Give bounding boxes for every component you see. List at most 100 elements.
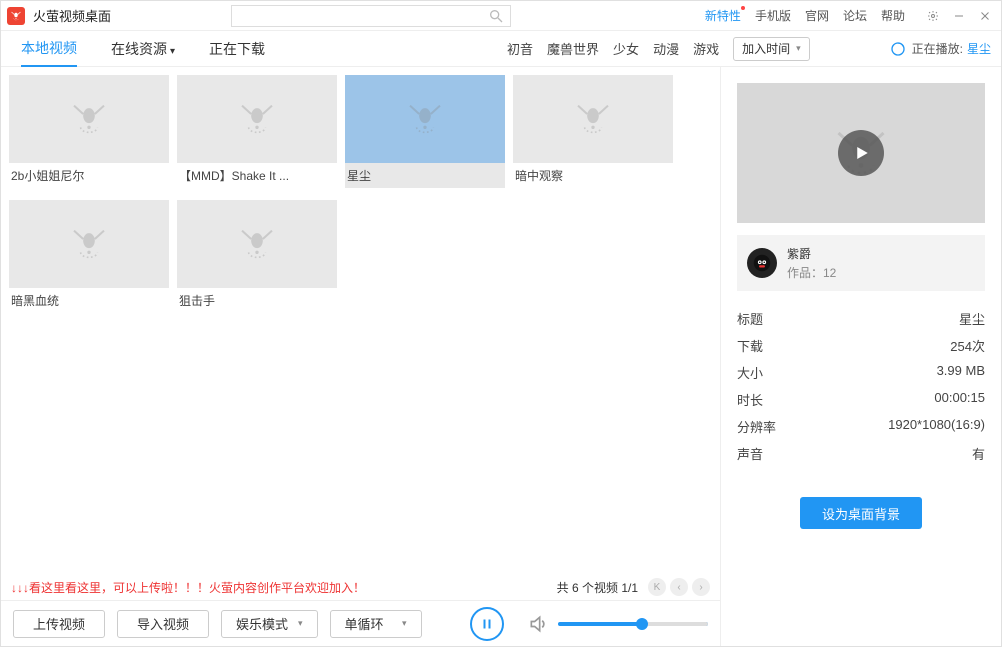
gear-icon[interactable] bbox=[927, 10, 939, 22]
volume-icon[interactable] bbox=[528, 614, 548, 634]
detail-meta: 标题星尘下载 254次大小 3.99 MB 时长 00:00:15 分辨率1920*108… bbox=[737, 305, 985, 467]
tab-online-resources[interactable]: 在线资源▾ bbox=[111, 32, 175, 66]
loop-mode-dropdown[interactable]: 单循环▾ bbox=[330, 610, 422, 638]
play-icon bbox=[852, 144, 870, 162]
meta-row: 大小 3.99 MB bbox=[737, 359, 985, 386]
video-thumb[interactable] bbox=[177, 200, 337, 288]
category-list: 初音 魔兽世界 少女 动漫 游戏 bbox=[507, 39, 719, 58]
video-cell[interactable]: 2b小姐姐尼尔 bbox=[9, 75, 169, 188]
link-official[interactable]: 官网 bbox=[805, 7, 829, 24]
video-thumb[interactable] bbox=[177, 75, 337, 163]
video-cell[interactable]: 狙击手 bbox=[177, 200, 337, 313]
close-icon[interactable] bbox=[979, 10, 991, 22]
video-cell[interactable]: 暗中观察 bbox=[513, 75, 673, 188]
titlebar: 火萤视频桌面 新特性 手机版 官网 论坛 帮助 bbox=[1, 1, 1001, 31]
upload-video-button[interactable]: 上传视频 bbox=[13, 610, 105, 638]
video-thumb[interactable] bbox=[345, 75, 505, 163]
meta-key: 分辨率 bbox=[737, 417, 776, 436]
meta-row: 标题星尘 bbox=[737, 305, 985, 332]
category-item[interactable]: 初音 bbox=[507, 39, 533, 58]
app-logo bbox=[7, 7, 25, 25]
firefly-icon bbox=[405, 99, 445, 139]
tabbar: 本地视频 在线资源▾ 正在下载 初音 魔兽世界 少女 动漫 游戏 加入时间 ▾ … bbox=[1, 31, 1001, 67]
video-title: 【MMD】Shake It ... bbox=[177, 163, 337, 188]
minimize-icon[interactable] bbox=[953, 10, 965, 22]
author-name: 紫爵 bbox=[787, 245, 836, 262]
video-title: 2b小姐姐尼尔 bbox=[9, 163, 169, 188]
video-grid: 2b小姐姐尼尔【MMD】Shake It ... 星尘暗中观察暗黑血统狙击手 bbox=[1, 67, 720, 574]
video-count: 共 6 个视频 1/1 bbox=[557, 579, 638, 596]
meta-row: 声音 有 bbox=[737, 440, 985, 467]
page-next-button[interactable]: › bbox=[692, 578, 710, 596]
meta-row: 下载 254次 bbox=[737, 332, 985, 359]
chevron-down-icon: ▾ bbox=[402, 618, 407, 629]
play-button[interactable] bbox=[838, 130, 884, 176]
search-box[interactable] bbox=[231, 5, 511, 27]
volume-slider[interactable] bbox=[558, 622, 708, 626]
link-mobile[interactable]: 手机版 bbox=[755, 7, 791, 24]
chevron-down-icon: ▾ bbox=[298, 618, 303, 629]
video-title: 暗中观察 bbox=[513, 163, 673, 188]
video-title: 星尘 bbox=[345, 163, 505, 188]
meta-value: 3.99 MB bbox=[937, 363, 985, 382]
avatar bbox=[747, 248, 777, 278]
tab-local-video[interactable]: 本地视频 bbox=[21, 31, 77, 67]
firefly-icon bbox=[237, 99, 277, 139]
tab-downloading[interactable]: 正在下载 bbox=[209, 32, 265, 66]
search-icon[interactable] bbox=[488, 8, 504, 24]
meta-value: 有 bbox=[972, 444, 985, 463]
meta-key: 下载 bbox=[737, 336, 763, 355]
set-wallpaper-button[interactable]: 设为桌面背景 bbox=[800, 497, 922, 529]
video-preview[interactable] bbox=[737, 83, 985, 223]
app-title: 火萤视频桌面 bbox=[33, 6, 111, 25]
meta-value: 星尘 bbox=[959, 309, 985, 328]
firefly-icon bbox=[573, 99, 613, 139]
detail-panel: 紫爵 作品：12 标题星尘下载 254次大小 3.99 MB 时长 00:00:15 分辨… bbox=[721, 67, 1001, 646]
pause-button[interactable] bbox=[470, 607, 504, 641]
now-playing-track[interactable]: 星尘 bbox=[967, 40, 991, 57]
link-help[interactable]: 帮助 bbox=[881, 7, 905, 24]
page-first-button[interactable]: K bbox=[648, 578, 666, 596]
chevron-down-icon: ▾ bbox=[796, 43, 801, 54]
bottom-bar: 上传视频 导入视频 娱乐模式 ▾ 单循环▾ bbox=[1, 600, 720, 646]
tab-online-label: 在线资源 bbox=[111, 41, 167, 57]
category-item[interactable]: 游戏 bbox=[693, 39, 719, 58]
meta-key: 大小 bbox=[737, 363, 763, 382]
video-cell[interactable]: 星尘 bbox=[345, 75, 505, 188]
now-playing: 正在播放: 星尘 bbox=[890, 40, 991, 57]
video-cell[interactable]: 暗黑血统 bbox=[9, 200, 169, 313]
meta-value: 00:00:15 bbox=[934, 390, 985, 409]
meta-row: 时长 00:00:15 bbox=[737, 386, 985, 413]
pause-icon bbox=[481, 617, 493, 631]
meta-key: 时长 bbox=[737, 390, 763, 409]
video-thumb[interactable] bbox=[513, 75, 673, 163]
volume-knob[interactable] bbox=[636, 618, 648, 630]
page-prev-button[interactable]: ‹ bbox=[670, 578, 688, 596]
category-item[interactable]: 魔兽世界 bbox=[547, 39, 599, 58]
sort-dropdown[interactable]: 加入时间 ▾ bbox=[733, 37, 810, 61]
video-thumb[interactable] bbox=[9, 75, 169, 163]
nowplaying-icon bbox=[890, 41, 906, 57]
grid-footer: ↓↓↓看这里看这里，可以上传啦！！！火萤内容创作平台欢迎加入！ 共 6 个视频 … bbox=[1, 574, 720, 600]
promo-message[interactable]: ↓↓↓看这里看这里，可以上传啦！！！火萤内容创作平台欢迎加入！ bbox=[11, 579, 365, 596]
author-works-count: 作品：12 bbox=[787, 264, 836, 281]
sort-label: 加入时间 bbox=[742, 40, 790, 57]
firefly-icon bbox=[69, 224, 109, 264]
video-title: 狙击手 bbox=[177, 288, 337, 313]
meta-value: 254次 bbox=[950, 336, 985, 355]
chevron-down-icon: ▾ bbox=[170, 46, 175, 57]
author-card[interactable]: 紫爵 作品：12 bbox=[737, 235, 985, 291]
video-cell[interactable]: 【MMD】Shake It ... bbox=[177, 75, 337, 188]
meta-key: 声音 bbox=[737, 444, 763, 463]
link-new-features[interactable]: 新特性 bbox=[705, 7, 741, 24]
play-mode-dropdown[interactable]: 娱乐模式 ▾ bbox=[221, 610, 318, 638]
link-forum[interactable]: 论坛 bbox=[843, 7, 867, 24]
firefly-icon bbox=[237, 224, 277, 264]
category-item[interactable]: 少女 bbox=[613, 39, 639, 58]
import-video-button[interactable]: 导入视频 bbox=[117, 610, 209, 638]
play-mode-label: 娱乐模式 bbox=[236, 614, 288, 633]
meta-row: 分辨率1920*1080(16:9) bbox=[737, 413, 985, 440]
search-input[interactable] bbox=[238, 9, 488, 23]
category-item[interactable]: 动漫 bbox=[653, 39, 679, 58]
video-thumb[interactable] bbox=[9, 200, 169, 288]
